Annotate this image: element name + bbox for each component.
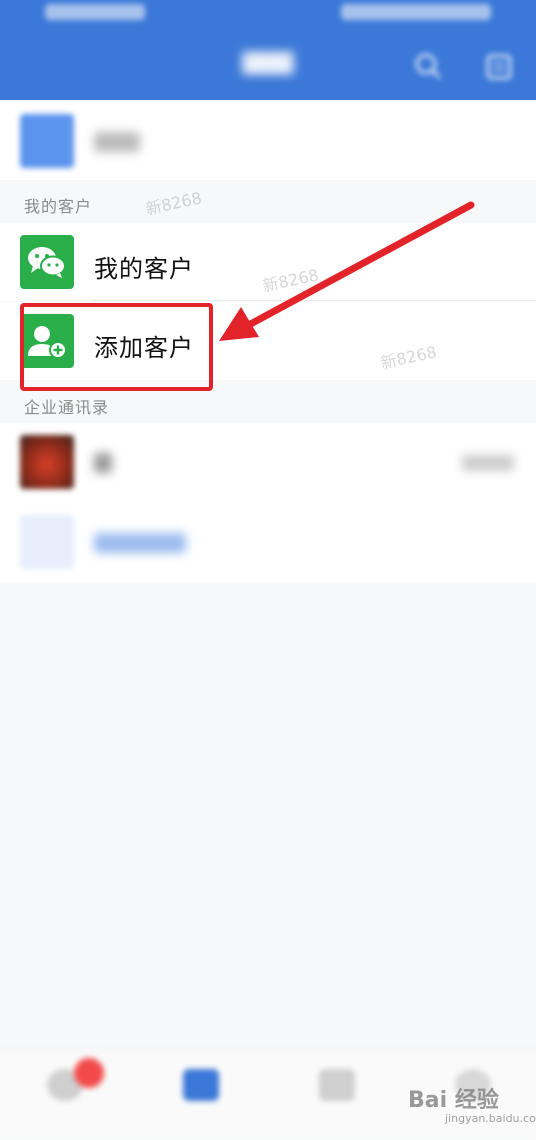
app-header: ▇▇▇ (0, 0, 536, 100)
unread-badge (74, 1058, 104, 1088)
watermark: 新8268 (143, 188, 204, 219)
status-left-indicators (45, 4, 145, 20)
contact-avatar (20, 435, 74, 489)
add-member-icon (20, 515, 74, 569)
annotation-arrow (219, 201, 475, 341)
list-item-label: 我的客户 (94, 255, 194, 283)
tab-workbench[interactable] (307, 1069, 367, 1129)
org-row[interactable] (0, 102, 536, 180)
wechat-icon (20, 235, 74, 289)
menu-icon[interactable] (486, 54, 512, 80)
status-bar (0, 0, 536, 30)
search-icon[interactable] (414, 52, 442, 80)
contact-name-blurred (94, 453, 112, 473)
section-title-customers: 我的客户 (24, 197, 93, 216)
workbench-icon (319, 1069, 355, 1101)
directory-row[interactable] (0, 423, 536, 503)
status-right-indicators (341, 4, 491, 20)
contacts-icon (183, 1069, 219, 1101)
section-title-directory: 企业通讯录 (24, 398, 110, 417)
add-member-label-blurred (94, 533, 186, 553)
org-avatar (20, 114, 74, 168)
contact-meta-blurred (462, 455, 514, 471)
annotation-highlight-box (20, 303, 213, 391)
header-title: ▇▇▇ (242, 50, 294, 75)
site-watermark-domain: jingyan.baidu.com (445, 1112, 536, 1125)
tab-contacts[interactable] (171, 1069, 231, 1129)
org-name-blurred (94, 132, 140, 152)
site-watermark-logo: Bai 经验 (408, 1088, 499, 1113)
add-member-row[interactable] (0, 503, 536, 583)
